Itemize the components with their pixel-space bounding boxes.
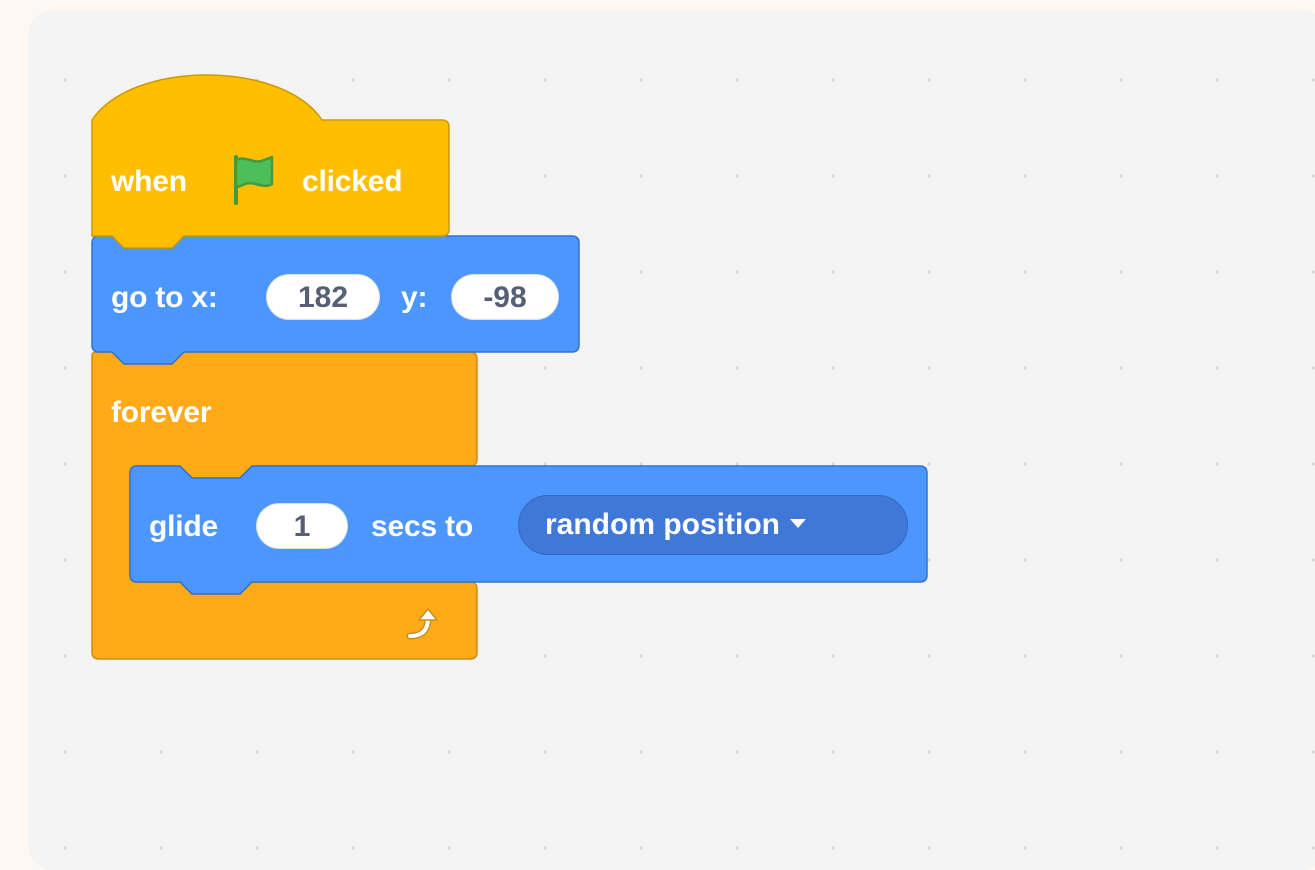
glide-target-dropdown[interactable]: random position <box>518 495 908 555</box>
secs-to-label: secs to <box>371 510 473 543</box>
when-label: when <box>111 165 187 198</box>
glide-target-value: random position <box>545 508 780 541</box>
script-blocks-graphic <box>91 74 928 660</box>
script-stack[interactable]: when clicked go to x: 182 y: -98 forever… <box>28 10 1028 710</box>
glide-secs-input[interactable]: 1 <box>256 503 348 549</box>
script-workspace[interactable]: when clicked go to x: 182 y: -98 forever… <box>28 10 1315 870</box>
x-value-input[interactable]: 182 <box>266 274 380 320</box>
forever-label: forever <box>111 396 212 429</box>
chevron-down-icon <box>790 518 806 528</box>
loop-arrow-icon <box>406 608 438 640</box>
goto-y-label: y: <box>401 281 428 314</box>
green-flag-icon <box>234 155 274 205</box>
y-value-input[interactable]: -98 <box>451 274 559 320</box>
glide-label: glide <box>149 510 219 543</box>
clicked-label: clicked <box>302 165 403 198</box>
goto-x-label: go to x: <box>111 281 218 314</box>
